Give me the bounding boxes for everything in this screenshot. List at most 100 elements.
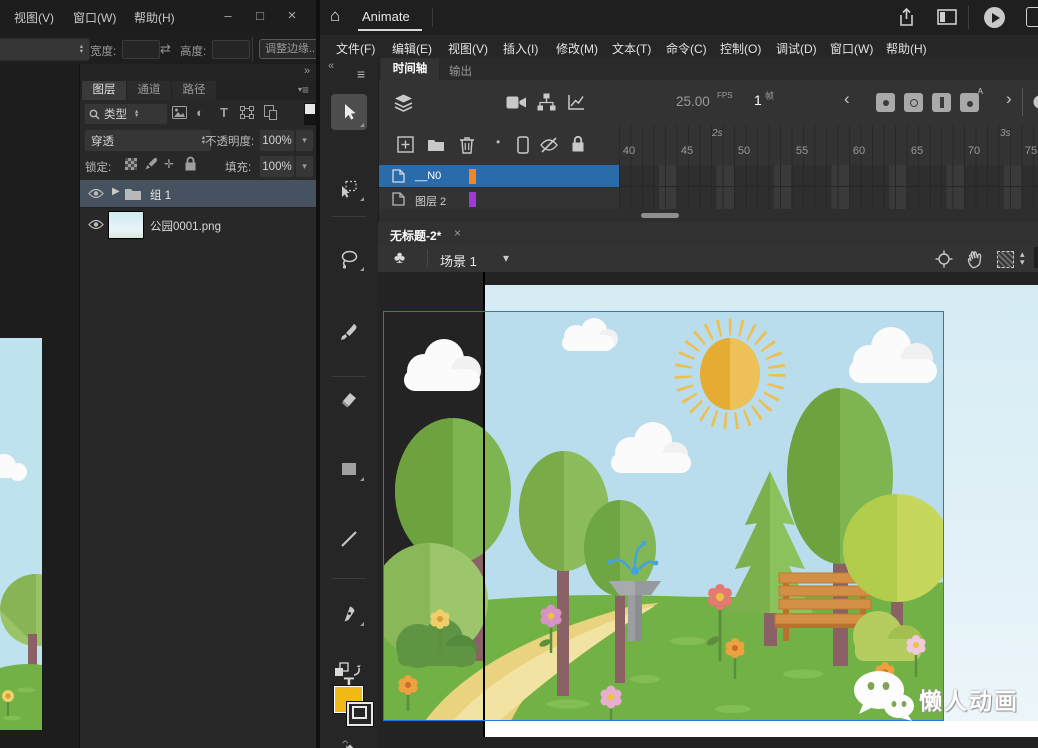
ps-document-sliver[interactable]: [0, 338, 72, 730]
new-layer-icon[interactable]: [397, 136, 414, 153]
timeline-ruler[interactable]: 2s 3s 40 45 50 55 60 65 70 75: [619, 125, 1038, 165]
ps-menu-window[interactable]: 窗口(W): [73, 9, 116, 26]
current-frame-value[interactable]: 1: [754, 92, 762, 108]
menu-window[interactable]: 窗口(W): [830, 40, 873, 57]
outline-frame-icon[interactable]: [517, 136, 529, 154]
menu-modify[interactable]: 修改(M): [556, 40, 598, 57]
filter-type-dropdown[interactable]: 类型 ▴ ▾: [84, 103, 168, 125]
tool-eraser[interactable]: [331, 384, 367, 414]
menu-commands[interactable]: 命令(C): [666, 40, 707, 57]
timeline-scrollbar-handle[interactable]: [641, 213, 679, 218]
zoom-stepper[interactable]: ▴ ▾: [1020, 250, 1025, 267]
center-stage-icon[interactable]: [935, 250, 953, 268]
canvas-area[interactable]: 懒人动画: [378, 272, 1038, 748]
maximize-button[interactable]: □: [246, 4, 274, 28]
workspace-icon[interactable]: [937, 9, 957, 25]
menu-debug[interactable]: 调试(D): [776, 40, 817, 57]
opacity-dropdown-arrow[interactable]: ▾: [295, 129, 314, 152]
home-icon[interactable]: ⌂: [330, 6, 340, 26]
tool-pen[interactable]: [331, 599, 367, 629]
menu-insert[interactable]: 插入(I): [503, 40, 538, 57]
tab-paths[interactable]: 路径: [172, 81, 216, 100]
ps-menu-view[interactable]: 视图(V): [14, 9, 54, 26]
hand-tool-icon[interactable]: [963, 247, 987, 271]
swap-dimensions-icon[interactable]: ⇄: [160, 41, 171, 57]
scene-dropdown-chevron-icon[interactable]: ▾: [503, 251, 509, 265]
tab-layers[interactable]: 图层: [82, 81, 126, 100]
frame-graph-icon[interactable]: [567, 94, 586, 111]
filter-pixel-icon[interactable]: [172, 106, 187, 119]
lock-transparency-icon[interactable]: [125, 158, 137, 170]
next-keyframe-icon[interactable]: ›: [1006, 89, 1012, 109]
tab-output[interactable]: 输出: [449, 63, 472, 79]
minimize-button[interactable]: –: [214, 4, 242, 28]
zoom-value-input[interactable]: 46: [1034, 247, 1038, 268]
delete-layer-icon[interactable]: [459, 136, 475, 154]
play-button[interactable]: [984, 7, 1005, 28]
tab-timeline[interactable]: 时间轴: [381, 58, 439, 80]
filter-text-icon[interactable]: T: [220, 105, 228, 120]
filter-smart-object-icon[interactable]: [264, 105, 277, 120]
layer-stack-icon[interactable]: [393, 93, 414, 112]
filter-toggle[interactable]: [304, 103, 316, 125]
blend-mode-dropdown[interactable]: 穿透 ▴ ▾: [84, 129, 212, 152]
close-button[interactable]: ×: [278, 4, 306, 28]
menu-edit[interactable]: 编辑(E): [392, 40, 432, 57]
park-illustration[interactable]: [378, 311, 951, 721]
fill-value[interactable]: 100%: [259, 155, 295, 178]
menu-view[interactable]: 视图(V): [448, 40, 488, 57]
tool-brush[interactable]: [331, 317, 367, 347]
timeline-layer-row-n0[interactable]: __N0: [379, 165, 619, 187]
swap-colors-icon[interactable]: [334, 662, 364, 680]
tool-subselection[interactable]: [331, 174, 367, 204]
new-folder-icon[interactable]: [427, 138, 445, 152]
filter-shape-icon[interactable]: [240, 106, 254, 119]
auto-keyframe-button[interactable]: A: [960, 87, 983, 112]
timeline-layer-row-2[interactable]: 图层 2: [379, 187, 619, 210]
lock-all-icon[interactable]: [184, 156, 197, 171]
visibility-eye-icon[interactable]: [88, 219, 104, 230]
fill-dropdown-arrow[interactable]: ▾: [295, 155, 314, 178]
lock-pixels-icon[interactable]: [144, 157, 158, 171]
width-input[interactable]: [122, 40, 160, 59]
layer-row-group1[interactable]: ▶ 组 1: [80, 180, 320, 207]
collapse-panel-icon[interactable]: »: [304, 65, 310, 77]
layer-color-chip[interactable]: [469, 191, 476, 207]
ps-menu-help[interactable]: 帮助(H): [134, 9, 175, 26]
timeline-layer-name[interactable]: 图层 2: [415, 193, 446, 209]
group-expander-icon[interactable]: ▶: [112, 186, 120, 197]
timeline-layer-name[interactable]: __N0: [415, 170, 441, 182]
clip-content-icon[interactable]: [997, 251, 1014, 268]
collapse-tools-icon[interactable]: »: [328, 60, 334, 72]
stroke-color-swatch[interactable]: [347, 702, 373, 726]
layer-row-park-png[interactable]: 公园0001.png: [80, 207, 320, 241]
tool-lasso[interactable]: [331, 244, 367, 274]
opacity-value[interactable]: 100%: [259, 129, 295, 152]
insert-blank-keyframe-button[interactable]: [904, 93, 923, 112]
timeline-frame-grid[interactable]: [619, 165, 1038, 209]
tool-line[interactable]: [331, 524, 367, 554]
layer-color-chip[interactable]: [469, 168, 476, 184]
app-tab-animate[interactable]: Animate: [362, 9, 410, 24]
height-input[interactable]: [212, 40, 250, 59]
visibility-eye-icon[interactable]: [88, 188, 104, 199]
menu-help[interactable]: 帮助(H): [886, 40, 927, 57]
tools-menu-icon[interactable]: ≡: [357, 66, 365, 82]
menu-control[interactable]: 控制(O): [720, 40, 761, 57]
insert-keyframe-button[interactable]: [876, 93, 895, 112]
tools-scroll-chevron[interactable]: ‹: [338, 740, 354, 745]
menu-file[interactable]: 文件(F): [336, 40, 375, 57]
menu-text[interactable]: 文本(T): [612, 40, 651, 57]
layer-name[interactable]: 组 1: [150, 187, 171, 203]
filter-adjustment-icon[interactable]: ◐: [196, 105, 204, 120]
advanced-layers-icon[interactable]: [537, 93, 556, 111]
document-tab-title[interactable]: 无标题-2*: [390, 227, 441, 244]
layer-name[interactable]: 公园0001.png: [150, 218, 221, 234]
panel-menu-icon[interactable]: ▾≡: [298, 83, 309, 97]
tool-selection[interactable]: [331, 94, 367, 130]
onion-skin-icon[interactable]: [1032, 93, 1038, 111]
lock-layers-icon[interactable]: [571, 135, 585, 152]
tool-rectangle[interactable]: [331, 454, 367, 484]
edit-symbols-clover-icon[interactable]: ♣: [394, 248, 405, 268]
scene-label[interactable]: 场景 1: [440, 251, 477, 270]
